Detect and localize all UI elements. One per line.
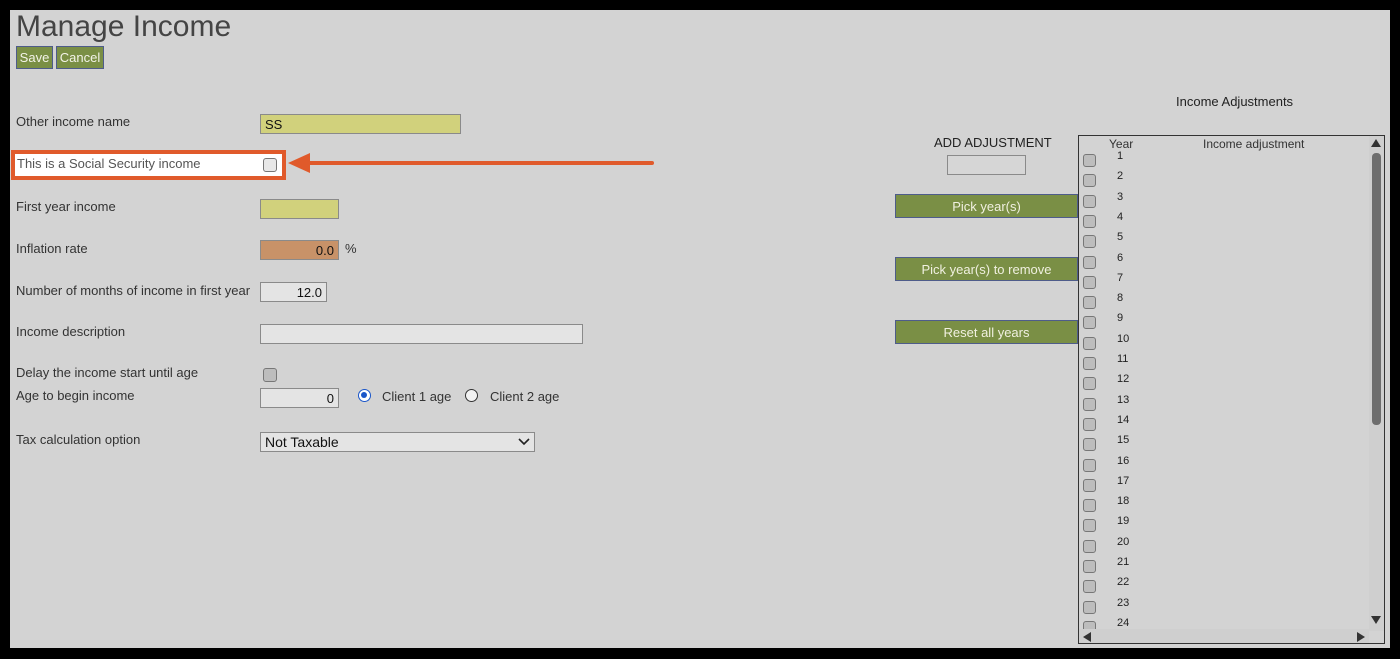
year-row-checkbox[interactable] [1083, 235, 1096, 249]
year-row-number: 5 [1117, 231, 1124, 244]
inflation-rate-input[interactable]: 0.0 [260, 240, 339, 260]
manage-income-page: Manage Income Save Cancel Other income n… [10, 10, 1390, 648]
year-row-checkbox[interactable] [1083, 296, 1096, 310]
year-row-number: 18 [1117, 495, 1130, 508]
delay-start-label: Delay the income start until age [16, 365, 199, 380]
year-row-checkbox[interactable] [1083, 174, 1096, 188]
year-row-number: 9 [1117, 312, 1124, 325]
year-row-number: 20 [1117, 535, 1130, 548]
year-row-number: 7 [1117, 271, 1124, 284]
year-row-number: 23 [1117, 596, 1130, 609]
year-row-number: 17 [1117, 474, 1130, 487]
year-row-checkbox[interactable] [1083, 478, 1096, 492]
year-row-checkbox[interactable] [1083, 275, 1096, 289]
year-row-checkbox[interactable] [1083, 336, 1096, 350]
client1-age-radio[interactable] [358, 389, 371, 402]
add-adjustment-input[interactable] [947, 155, 1026, 175]
delay-start-checkbox[interactable] [263, 368, 277, 382]
year-row-checkbox[interactable] [1083, 214, 1096, 228]
year-row-checkbox[interactable] [1083, 539, 1096, 553]
year-row-number: 1 [1117, 150, 1124, 162]
income-description-label: Income description [16, 324, 126, 339]
client2-age-label: Client 2 age [490, 389, 560, 404]
year-row-number: 6 [1117, 251, 1124, 264]
year-row-checkbox[interactable] [1083, 357, 1096, 370]
age-to-begin-label: Age to begin income [16, 388, 135, 403]
tax-option-label: Tax calculation option [16, 432, 141, 447]
client2-age-radio[interactable] [465, 389, 478, 402]
year-row-checkbox[interactable] [1083, 417, 1096, 431]
year-row-number: 24 [1117, 616, 1130, 629]
year-row-number: 15 [1117, 434, 1130, 447]
tax-option-select[interactable]: Not Taxable [260, 432, 535, 452]
year-row-number: 2 [1117, 170, 1124, 183]
triangle-up-icon[interactable] [1371, 139, 1381, 147]
year-row-checkbox[interactable] [1083, 519, 1096, 533]
inflation-rate-unit: % [345, 241, 357, 256]
adjustments-table: Year Income adjustment 1 2 3 4 5 6 7 8 9 10 11 12 13… [1078, 135, 1385, 644]
add-adjustment-label: ADD ADJUSTMENT [934, 135, 1052, 150]
first-year-income-label: First year income [16, 199, 116, 214]
income-adjustments-title: Income Adjustments [1176, 94, 1294, 109]
year-row-number: 11 [1117, 353, 1129, 365]
year-row-number: 22 [1117, 576, 1130, 589]
year-row-checkbox[interactable] [1083, 397, 1096, 411]
other-income-name-input[interactable]: SS [260, 114, 461, 134]
year-row-number: 4 [1117, 210, 1124, 223]
inflation-rate-label: Inflation rate [16, 241, 88, 256]
year-row-number: 14 [1117, 413, 1130, 426]
pick-years-remove-button[interactable]: Pick year(s) to remove [895, 257, 1078, 281]
year-row-checkbox[interactable] [1083, 458, 1096, 472]
arrow-left-icon [288, 153, 654, 173]
year-row-number: 19 [1117, 515, 1130, 528]
year-row-number: 16 [1117, 454, 1130, 467]
vertical-scrollbar-thumb[interactable] [1372, 153, 1381, 425]
months-first-year-label: Number of months of income in first year [16, 283, 251, 298]
year-row-checkbox[interactable] [1083, 580, 1096, 594]
year-row-number: 21 [1117, 556, 1130, 568]
year-row-checkbox[interactable] [1083, 499, 1096, 513]
year-row-checkbox[interactable] [1083, 560, 1096, 573]
year-row-number: 13 [1117, 393, 1130, 406]
triangle-left-icon[interactable] [1083, 632, 1091, 642]
adjustment-column-header: Income adjustment [1203, 137, 1305, 151]
triangle-right-icon[interactable] [1357, 632, 1365, 642]
horizontal-scrollbar[interactable] [1079, 629, 1369, 643]
year-row-checkbox[interactable] [1083, 438, 1096, 452]
months-first-year-input[interactable]: 12.0 [260, 282, 327, 302]
year-row-checkbox[interactable] [1083, 316, 1096, 330]
other-income-name-label: Other income name [16, 114, 131, 129]
year-column-header: Year [1109, 137, 1134, 151]
year-row-checkbox[interactable] [1083, 255, 1096, 269]
chevron-down-icon [518, 438, 530, 446]
year-row-checkbox[interactable] [1083, 377, 1096, 391]
year-row-number: 12 [1117, 373, 1130, 386]
age-to-begin-input[interactable]: 0 [260, 388, 339, 408]
annotation-highlight-box [11, 150, 286, 180]
year-row-checkbox[interactable] [1083, 154, 1096, 167]
year-row-checkbox[interactable] [1083, 600, 1096, 614]
page-title: Manage Income [16, 10, 232, 43]
year-row-number: 3 [1117, 190, 1124, 203]
reset-all-years-button[interactable]: Reset all years [895, 320, 1078, 344]
year-row-checkbox[interactable] [1083, 194, 1096, 208]
save-button[interactable]: Save [16, 46, 53, 69]
year-row-number: 8 [1117, 292, 1124, 305]
year-row-number: 10 [1117, 332, 1130, 345]
first-year-income-input[interactable] [260, 199, 339, 219]
cancel-button[interactable]: Cancel [56, 46, 104, 69]
tax-option-value: Not Taxable [265, 434, 339, 450]
pick-years-button[interactable]: Pick year(s) [895, 194, 1078, 218]
income-description-input[interactable] [260, 324, 583, 344]
client1-age-label: Client 1 age [382, 389, 452, 404]
triangle-down-icon[interactable] [1371, 616, 1381, 624]
